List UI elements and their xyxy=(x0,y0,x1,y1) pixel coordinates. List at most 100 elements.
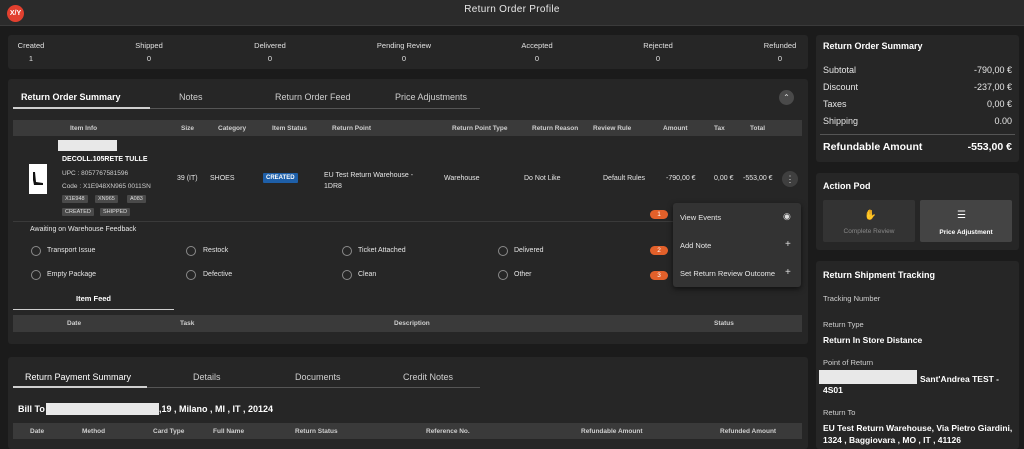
more-actions-icon[interactable]: ⋮ xyxy=(782,171,798,187)
stat-delivered-label: Delivered xyxy=(254,41,286,50)
summary-label: Taxes xyxy=(823,99,847,109)
radio-label: Defective xyxy=(203,271,233,278)
summary-value: 0.00 xyxy=(994,116,1012,126)
product-image[interactable] xyxy=(29,164,47,194)
radio-restock[interactable] xyxy=(186,246,196,256)
radio-label: Transport Issue xyxy=(47,247,96,254)
divider xyxy=(13,221,673,222)
step-badge: 1 xyxy=(650,210,668,219)
bill-to-address: ,19 , Milano , MI , IT , 20124 xyxy=(159,404,274,414)
th-category: Category xyxy=(218,125,247,132)
th-total: Total xyxy=(750,125,766,132)
return-type-label: Return Type xyxy=(823,320,864,329)
divider xyxy=(820,134,1015,135)
item-return-point-type: Warehouse xyxy=(444,175,480,182)
active-tab-indicator xyxy=(13,386,147,388)
plus-icon: + xyxy=(785,267,791,278)
radio-delivered[interactable] xyxy=(498,246,508,256)
th-tax: Tax xyxy=(714,125,725,132)
radio-ticket-attached[interactable] xyxy=(342,246,352,256)
th-card-type: Card Type xyxy=(153,428,185,435)
stat-delivered-value: 0 xyxy=(267,54,273,63)
point-of-return-code: 4S01 xyxy=(823,385,843,395)
radio-label: Ticket Attached xyxy=(358,247,406,254)
tracking-number-label: Tracking Number xyxy=(823,294,881,303)
tab-notes[interactable]: Notes xyxy=(179,92,203,102)
stat-pending-value: 0 xyxy=(401,54,407,63)
eye-icon: ◉ xyxy=(783,211,791,221)
radio-label: Other xyxy=(514,271,532,278)
th-reference-no: Reference No. xyxy=(426,428,470,435)
stat-rejected-label: Rejected xyxy=(643,41,673,50)
summary-label: Discount xyxy=(823,82,859,92)
point-of-return-label: Point of Return xyxy=(823,358,874,367)
radio-empty-package[interactable] xyxy=(31,270,41,280)
radio-transport-issue[interactable] xyxy=(31,246,41,256)
refundable-value: -553,00 € xyxy=(967,141,1012,153)
item-amount: -790,00 € xyxy=(666,175,696,182)
price-adjustment-label: Price Adjustment xyxy=(939,229,993,236)
active-tab-indicator xyxy=(13,107,150,109)
complete-review-label: Complete Review xyxy=(843,228,895,235)
item-return-reason: Do Not Like xyxy=(524,175,561,182)
payment-table-header xyxy=(13,423,802,439)
th-review-rule: Review Rule xyxy=(593,125,632,132)
tab-return-payment-summary[interactable]: Return Payment Summary xyxy=(25,372,131,382)
stat-created-label: Created xyxy=(17,41,45,50)
menu-item-view-events[interactable]: View Events xyxy=(680,213,721,222)
page-title: Return Order Profile xyxy=(464,4,560,15)
item-status-badge: CREATED xyxy=(263,173,298,183)
stat-shipped-value: 0 xyxy=(146,54,152,63)
th-method: Method xyxy=(82,428,106,435)
item-chip: A083 xyxy=(127,195,146,203)
item-chip: X1E948 xyxy=(62,195,88,203)
item-feed-tab[interactable]: Item Feed xyxy=(76,294,111,303)
th-return-point: Return Point xyxy=(332,125,371,132)
radio-label: Delivered xyxy=(514,247,544,254)
point-of-return-value: Sant'Andrea TEST - xyxy=(920,374,1000,384)
th-return-point-type: Return Point Type xyxy=(452,125,508,132)
radio-clean[interactable] xyxy=(342,270,352,280)
tab-details[interactable]: Details xyxy=(193,372,221,382)
item-chip: XN965 xyxy=(95,195,118,203)
status-chip-created: CREATED xyxy=(62,208,94,216)
redacted-field xyxy=(46,403,159,415)
stat-accepted-label: Accepted xyxy=(521,41,553,50)
tab-return-order-feed[interactable]: Return Order Feed xyxy=(275,92,351,102)
summary-label: Shipping xyxy=(823,116,859,126)
radio-label: Clean xyxy=(358,271,377,278)
complete-review-button[interactable] xyxy=(823,200,915,242)
tab-divider xyxy=(147,387,480,388)
collapse-chevron-icon[interactable]: ⌃ xyxy=(779,90,794,105)
radio-defective[interactable] xyxy=(186,270,196,280)
tab-documents[interactable]: Documents xyxy=(295,372,341,382)
th-amount: Amount xyxy=(663,125,688,132)
th-size: Size xyxy=(181,125,195,132)
summary-label: Subtotal xyxy=(823,65,857,75)
summary-value: -237,00 € xyxy=(973,82,1012,92)
step-badge: 2 xyxy=(650,246,668,255)
th-return-reason: Return Reason xyxy=(532,125,579,132)
menu-item-set-review-outcome[interactable]: Set Return Review Outcome xyxy=(680,269,775,278)
item-feed-underline xyxy=(13,309,174,310)
radio-other[interactable] xyxy=(498,270,508,280)
redacted-field xyxy=(819,370,917,384)
tab-price-adjustments[interactable]: Price Adjustments xyxy=(395,92,467,102)
radio-label: Restock xyxy=(203,247,229,254)
tab-return-order-summary[interactable]: Return Order Summary xyxy=(21,92,121,102)
th-full-name: Full Name xyxy=(213,428,245,435)
menu-item-add-note[interactable]: Add Note xyxy=(680,241,711,250)
th-description: Description xyxy=(394,320,430,327)
return-to-value: EU Test Return Warehouse, Via Pietro Gia… xyxy=(823,423,1013,445)
warehouse-feedback-title: Awaiting on Warehouse Feedback xyxy=(30,226,137,233)
th-return-status: Return Status xyxy=(295,428,338,435)
item-code: Code : X1E948XN965 0011SN xyxy=(62,183,151,190)
stat-shipped-label: Shipped xyxy=(135,41,163,50)
stat-pending-label: Pending Review xyxy=(376,41,432,50)
summary-value: 0,00 € xyxy=(986,99,1012,109)
refundable-label: Refundable Amount xyxy=(823,141,923,153)
tab-credit-notes[interactable]: Credit Notes xyxy=(403,372,453,382)
stat-accepted-value: 0 xyxy=(534,54,540,63)
item-total: -553,00 € xyxy=(743,175,773,182)
plus-icon: + xyxy=(785,239,791,250)
